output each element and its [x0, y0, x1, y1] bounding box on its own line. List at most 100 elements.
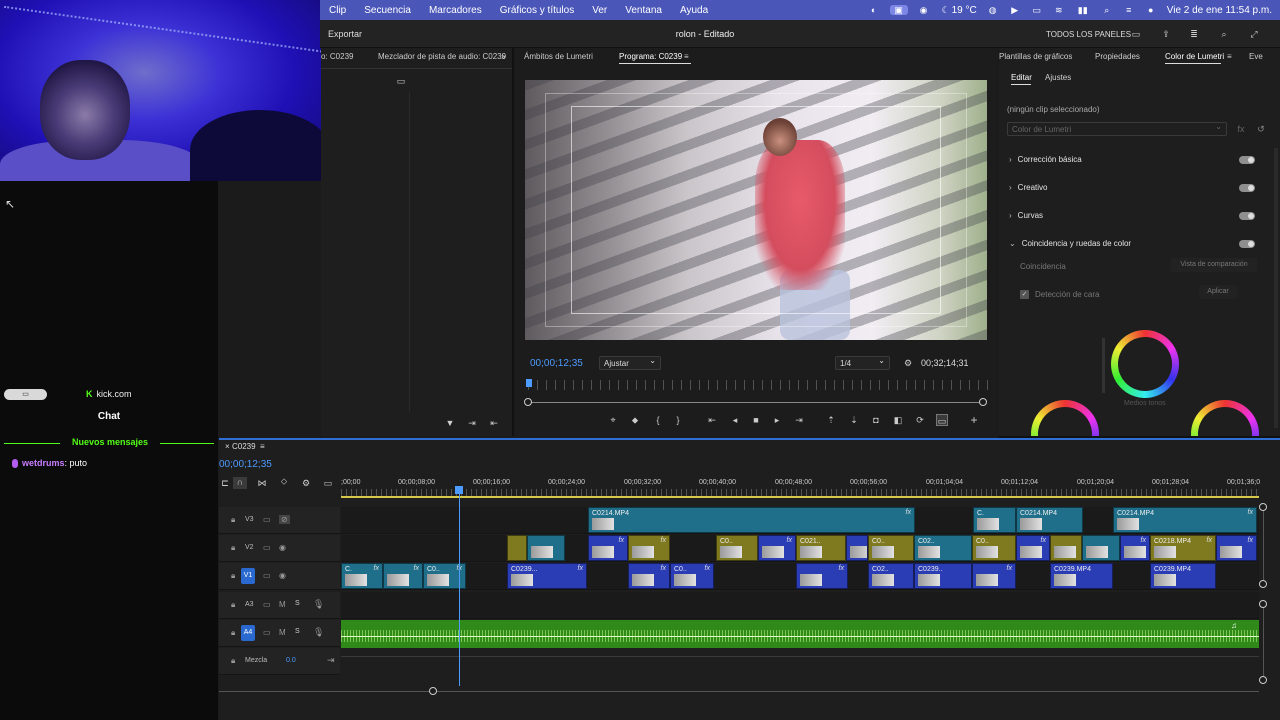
timeline-settings-icon[interactable]: ⚙ — [300, 478, 312, 488]
audio-clip-a4[interactable]: ♫ — [341, 620, 1259, 648]
microphone-icon[interactable]: 🎙︎ — [313, 599, 324, 610]
wifi-icon[interactable]: ≋ — [1053, 5, 1065, 15]
screen-record-icon[interactable]: ▣ — [889, 5, 908, 15]
clip-v2[interactable]: C02.. — [914, 535, 972, 561]
battery-icon[interactable]: ▮▮ — [1075, 5, 1091, 15]
section-color-wheels[interactable]: Coincidencia y ruedas de color — [1009, 239, 1131, 248]
toggle-creative[interactable] — [1239, 184, 1255, 192]
track-name-v3[interactable]: V3 — [245, 516, 254, 523]
menu-view[interactable]: Ver — [583, 5, 616, 16]
section-curves[interactable]: Curvas — [1009, 211, 1043, 220]
video-scroll-top[interactable] — [1259, 503, 1267, 511]
tab-menu-icon[interactable]: ≡ — [684, 52, 689, 61]
lock-icon[interactable]: 🔒︎ — [231, 515, 235, 525]
apply-button[interactable]: Aplicar — [1199, 285, 1237, 299]
video-tracks-scrollbar[interactable] — [1263, 510, 1264, 585]
midtones-wheel[interactable] — [1111, 330, 1179, 398]
video-scroll-bottom[interactable] — [1259, 580, 1267, 588]
add-marker-timeline-icon[interactable]: ⬦ — [278, 476, 290, 486]
mark-out-icon[interactable]: } — [672, 414, 684, 426]
toggle-basic-correction[interactable] — [1239, 156, 1255, 164]
vpn-icon[interactable]: ◍ — [987, 5, 999, 15]
lumetri-scrollbar[interactable] — [1274, 148, 1278, 428]
tab-properties[interactable]: Propiedades — [1095, 52, 1140, 61]
lock-icon[interactable]: 🔒︎ — [231, 628, 235, 638]
marker-icon[interactable]: ⬥ — [629, 414, 641, 426]
menu-help[interactable]: Ayuda — [671, 5, 717, 16]
step-back-icon[interactable]: ◂ — [729, 414, 741, 426]
insert-nest-icon[interactable]: ⊏ — [219, 478, 231, 488]
clip-v2[interactable] — [527, 535, 565, 561]
clip-v2[interactable]: fx — [1216, 535, 1257, 561]
clip-v3[interactable]: C0214.MP4 fx — [1113, 507, 1257, 533]
section-creative[interactable]: Creativo — [1009, 183, 1048, 192]
sync-icon[interactable]: ◐ — [868, 5, 880, 15]
mute-button[interactable]: M — [279, 628, 286, 637]
linked-selection-icon[interactable]: ⋈ — [256, 478, 268, 488]
obs-icon[interactable]: ◉ — [918, 5, 930, 15]
clip-v1[interactable]: C0239.MP4 — [1050, 563, 1113, 589]
lift-icon[interactable]: ⇡ — [825, 414, 837, 426]
solo-button[interactable]: S — [295, 600, 300, 607]
zoom-handle-right[interactable] — [979, 398, 987, 406]
safe-margins-icon[interactable]: ▭ — [936, 414, 948, 426]
chat-site[interactable]: Kkick.com — [86, 389, 132, 399]
mix-value[interactable]: 0.0 — [286, 657, 296, 664]
clip-v1[interactable]: C0239.. — [914, 563, 972, 589]
insert-icon[interactable]: ⇥ — [466, 418, 478, 428]
export-tab[interactable]: Exportar — [328, 29, 362, 39]
resolution-dropdown[interactable]: 1/4 — [835, 356, 890, 370]
tab-lumetri-scopes[interactable]: Ámbitos de Lumetri — [524, 52, 593, 61]
search-icon[interactable]: ⌕ — [1101, 5, 1113, 15]
playhead[interactable] — [459, 488, 460, 686]
audio-tracks-scrollbar[interactable] — [1263, 605, 1264, 680]
eye-icon[interactable]: ◉ — [279, 543, 286, 552]
fit-dropdown[interactable]: Ajustar — [599, 356, 661, 370]
captions-icon[interactable]: ▭ — [322, 478, 334, 488]
lock-icon[interactable]: 🔒︎ — [231, 600, 235, 610]
volume-line[interactable] — [341, 636, 1259, 637]
tab-source[interactable]: o: C0239 — [321, 52, 353, 61]
clip-v1[interactable]: fx — [628, 563, 670, 589]
share-icon[interactable]: ⇪ — [1160, 29, 1172, 39]
clip-v2[interactable]: C021.. — [796, 535, 846, 561]
solo-button[interactable]: S — [295, 628, 300, 635]
play-circle-icon[interactable]: ▶ — [1009, 5, 1021, 15]
clip-v2[interactable]: fx — [1016, 535, 1050, 561]
add-marker-icon[interactable]: ⌖ — [607, 414, 619, 426]
track-name-a3[interactable]: A3 — [245, 601, 254, 608]
subtab-edit[interactable]: Editar — [1011, 73, 1032, 82]
menu-markers[interactable]: Marcadores — [420, 5, 491, 16]
sequence-menu-icon[interactable]: ≡ — [260, 442, 265, 451]
snap-icon[interactable]: ∩ — [233, 477, 247, 489]
tab-audio-mixer[interactable]: Mezclador de pista de audio: C0239 — [378, 52, 506, 61]
clip-v3[interactable]: C0214.MP4 — [1016, 507, 1083, 533]
clip-v1[interactable]: C. fx — [341, 563, 383, 589]
step-forward-icon[interactable]: ▸ — [771, 414, 783, 426]
track-name-v2[interactable]: V2 — [245, 544, 254, 551]
lumetri-preset-dropdown[interactable]: Color de Lumetri — [1007, 122, 1227, 136]
mark-in-icon[interactable]: { — [652, 414, 664, 426]
stop-icon[interactable]: ■ — [750, 414, 762, 426]
panel-menu-icon[interactable]: ▭ — [395, 76, 407, 86]
menu-graphics[interactable]: Gráficos y títulos — [491, 5, 583, 16]
program-ruler[interactable] — [528, 380, 988, 390]
clip-v2[interactable]: fx — [758, 535, 796, 561]
clip-v1[interactable]: C0..fx — [670, 563, 714, 589]
clip-v1[interactable]: fx — [972, 563, 1016, 589]
button-editor-icon[interactable]: + — [968, 414, 980, 426]
sync-lock-icon[interactable]: ▭ — [263, 515, 271, 524]
clip-v1[interactable]: C0239.MP4 — [1150, 563, 1216, 589]
menu-clip[interactable]: Clip — [320, 5, 355, 16]
comparison-view-button[interactable]: Vista de comparación — [1171, 258, 1257, 272]
user-icon[interactable]: ● — [1145, 5, 1157, 15]
chat-toggle-button[interactable]: ▭ — [4, 389, 47, 400]
extract-icon[interactable]: ⇣ — [848, 414, 860, 426]
panel-layout-icon[interactable]: ▭ — [1130, 29, 1142, 39]
clip-v2[interactable]: fx — [628, 535, 670, 561]
video-frame[interactable] — [525, 80, 987, 340]
timeline-ruler[interactable]: ;00;00 00;00;08;00 00;00;16;00 00;00;24;… — [341, 476, 1260, 498]
clip-v2[interactable]: C0218.MP4 fx — [1150, 535, 1216, 561]
eye-icon[interactable]: ◉ — [279, 571, 286, 580]
clip-v1[interactable]: C0239... fx — [507, 563, 587, 589]
